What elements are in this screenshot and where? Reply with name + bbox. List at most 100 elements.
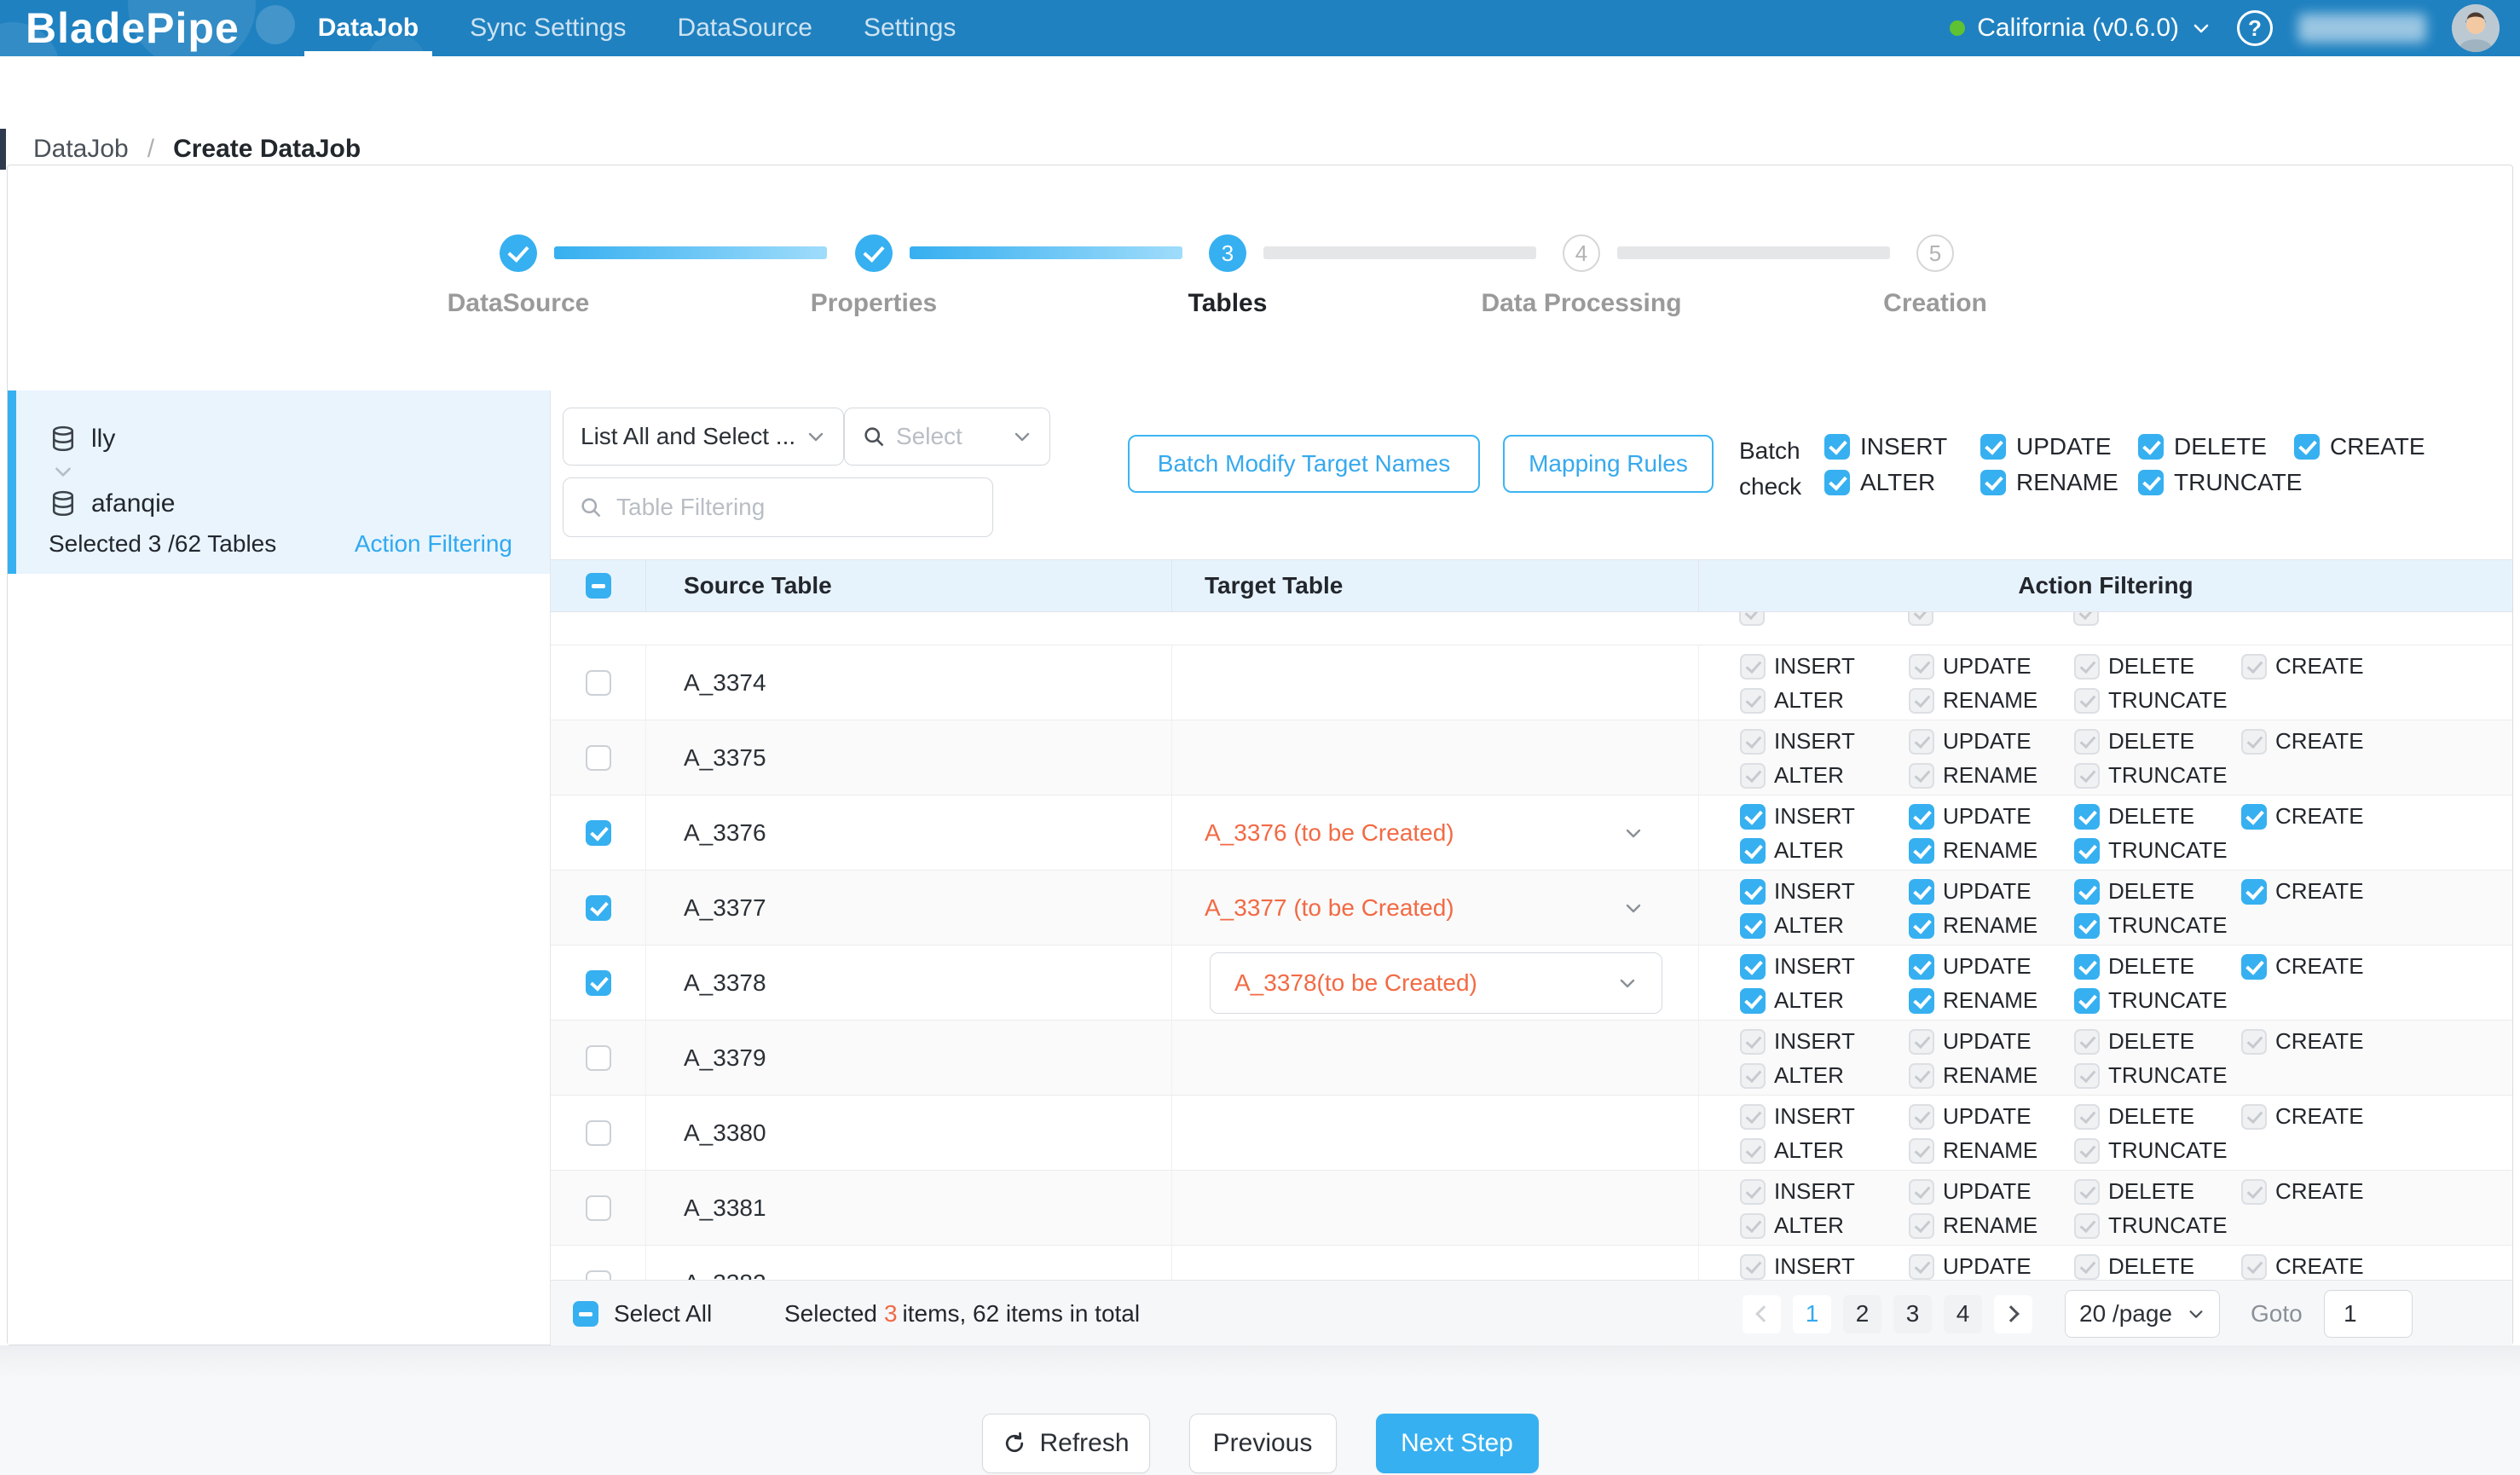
action-insert[interactable]: INSERT bbox=[1740, 953, 1855, 980]
checkbox-alter[interactable] bbox=[1740, 913, 1766, 939]
row-select-checkbox[interactable] bbox=[586, 970, 611, 996]
action-update[interactable]: UPDATE bbox=[1909, 803, 2032, 830]
row-select-checkbox[interactable] bbox=[586, 1195, 611, 1221]
select-all-checkbox[interactable] bbox=[573, 1301, 598, 1327]
datajob-pair-card[interactable]: lly afanqie Selected 3 /62 bbox=[8, 390, 550, 574]
checkbox-rename[interactable] bbox=[1909, 988, 1934, 1014]
pagination-page-2[interactable]: 2 bbox=[1843, 1295, 1881, 1333]
list-mode-select[interactable]: List All and Select ... bbox=[563, 408, 844, 466]
action-truncate[interactable]: TRUNCATE bbox=[2074, 987, 2228, 1014]
checkbox-rename[interactable] bbox=[1909, 913, 1934, 939]
action-create[interactable]: CREATE bbox=[2241, 803, 2364, 830]
action-rename[interactable]: RENAME bbox=[1909, 837, 2037, 864]
batch-check-rename[interactable]: RENAME bbox=[1980, 469, 2118, 496]
checkbox-alter[interactable] bbox=[1740, 838, 1766, 864]
previous-button[interactable]: Previous bbox=[1189, 1414, 1337, 1473]
batch-check-delete[interactable]: DELETE bbox=[2138, 433, 2267, 460]
stepper-circle-data-processing[interactable]: 4 bbox=[1563, 234, 1600, 272]
table-filter-input[interactable] bbox=[615, 493, 977, 522]
row-select-checkbox[interactable] bbox=[586, 1120, 611, 1146]
checkbox-create[interactable] bbox=[2241, 954, 2267, 980]
action-truncate[interactable]: TRUNCATE bbox=[2074, 837, 2228, 864]
action-filtering-link[interactable]: Action Filtering bbox=[355, 530, 512, 558]
page-size-select[interactable]: 20 /page bbox=[2065, 1290, 2220, 1338]
checkbox-truncate[interactable] bbox=[2074, 913, 2100, 939]
column-select[interactable]: Select bbox=[844, 408, 1050, 466]
batch-check-update[interactable]: UPDATE bbox=[1980, 433, 2112, 460]
checkbox-update[interactable] bbox=[1980, 434, 2006, 460]
pagination-page-1[interactable]: 1 bbox=[1793, 1295, 1831, 1333]
action-alter[interactable]: ALTER bbox=[1740, 987, 1844, 1014]
checkbox-update[interactable] bbox=[1909, 954, 1934, 980]
chevron-down-icon[interactable] bbox=[1623, 871, 1644, 945]
stepper-circle-creation[interactable]: 5 bbox=[1916, 234, 1954, 272]
checkbox-delete[interactable] bbox=[2138, 434, 2164, 460]
action-alter[interactable]: ALTER bbox=[1740, 837, 1844, 864]
chevron-down-icon[interactable] bbox=[1623, 795, 1644, 870]
mapping-rules-button[interactable]: Mapping Rules bbox=[1503, 435, 1714, 493]
batch-check-truncate[interactable]: TRUNCATE bbox=[2138, 469, 2302, 496]
action-truncate[interactable]: TRUNCATE bbox=[2074, 912, 2228, 939]
batch-check-insert[interactable]: INSERT bbox=[1824, 433, 1947, 460]
checkbox-rename[interactable] bbox=[1909, 838, 1934, 864]
action-create[interactable]: CREATE bbox=[2241, 953, 2364, 980]
action-delete[interactable]: DELETE bbox=[2074, 803, 2194, 830]
next-step-button[interactable]: Next Step bbox=[1376, 1414, 1539, 1473]
nav-item-sync-settings[interactable]: Sync Settings bbox=[444, 0, 651, 56]
action-insert[interactable]: INSERT bbox=[1740, 803, 1855, 830]
checkbox-create[interactable] bbox=[2294, 434, 2320, 460]
target-table-select[interactable]: A_3378(to be Created) bbox=[1210, 952, 1662, 1014]
row-select-checkbox[interactable] bbox=[586, 670, 611, 696]
checkbox-insert[interactable] bbox=[1740, 879, 1766, 905]
action-create[interactable]: CREATE bbox=[2241, 878, 2364, 905]
action-rename[interactable]: RENAME bbox=[1909, 987, 2037, 1014]
checkbox-insert[interactable] bbox=[1824, 434, 1850, 460]
row-select-checkbox[interactable] bbox=[586, 820, 611, 846]
batch-modify-target-names-button[interactable]: Batch Modify Target Names bbox=[1128, 435, 1480, 493]
checkbox-rename[interactable] bbox=[1980, 470, 2006, 495]
select-all-header-checkbox[interactable] bbox=[586, 573, 611, 599]
stepper-circle-properties[interactable] bbox=[855, 234, 893, 272]
nav-item-settings[interactable]: Settings bbox=[838, 0, 981, 56]
pagination-next-button[interactable] bbox=[1994, 1295, 2032, 1333]
checkbox-delete[interactable] bbox=[2074, 804, 2100, 830]
goto-page-input[interactable] bbox=[2324, 1290, 2413, 1338]
breadcrumb-parent[interactable]: DataJob bbox=[33, 135, 129, 164]
row-select-checkbox[interactable] bbox=[586, 1045, 611, 1071]
checkbox-delete[interactable] bbox=[2074, 879, 2100, 905]
stepper-circle-datasource[interactable] bbox=[500, 234, 537, 272]
env-selector[interactable]: California (v0.6.0) bbox=[1950, 14, 2211, 43]
checkbox-create[interactable] bbox=[2241, 804, 2267, 830]
checkbox-alter[interactable] bbox=[1740, 988, 1766, 1014]
row-select-checkbox[interactable] bbox=[586, 895, 611, 921]
action-alter[interactable]: ALTER bbox=[1740, 912, 1844, 939]
help-icon[interactable]: ? bbox=[2237, 10, 2273, 46]
nav-item-datajob[interactable]: DataJob bbox=[292, 0, 444, 56]
checkbox-truncate[interactable] bbox=[2074, 838, 2100, 864]
batch-check-alter[interactable]: ALTER bbox=[1824, 469, 1935, 496]
action-insert[interactable]: INSERT bbox=[1740, 878, 1855, 905]
checkbox-truncate[interactable] bbox=[2074, 988, 2100, 1014]
checkbox-delete[interactable] bbox=[2074, 954, 2100, 980]
refresh-button[interactable]: Refresh bbox=[982, 1414, 1150, 1473]
pagination-page-3[interactable]: 3 bbox=[1893, 1295, 1932, 1333]
checkbox-update[interactable] bbox=[1909, 804, 1934, 830]
action-update[interactable]: UPDATE bbox=[1909, 953, 2032, 980]
checkbox-update[interactable] bbox=[1909, 879, 1934, 905]
stepper-circle-tables[interactable]: 3 bbox=[1209, 234, 1246, 272]
row-select-checkbox[interactable] bbox=[586, 1270, 611, 1281]
action-rename[interactable]: RENAME bbox=[1909, 912, 2037, 939]
pagination-page-4[interactable]: 4 bbox=[1944, 1295, 1982, 1333]
row-select-checkbox[interactable] bbox=[586, 745, 611, 771]
action-update[interactable]: UPDATE bbox=[1909, 878, 2032, 905]
avatar[interactable] bbox=[2452, 4, 2500, 52]
checkbox-create[interactable] bbox=[2241, 879, 2267, 905]
checkbox-insert[interactable] bbox=[1740, 804, 1766, 830]
checkbox-alter[interactable] bbox=[1824, 470, 1850, 495]
action-delete[interactable]: DELETE bbox=[2074, 878, 2194, 905]
checkbox-truncate[interactable] bbox=[2138, 470, 2164, 495]
checkbox-insert[interactable] bbox=[1740, 954, 1766, 980]
nav-item-datasource[interactable]: DataSource bbox=[652, 0, 838, 56]
batch-check-create[interactable]: CREATE bbox=[2294, 433, 2425, 460]
action-delete[interactable]: DELETE bbox=[2074, 953, 2194, 980]
